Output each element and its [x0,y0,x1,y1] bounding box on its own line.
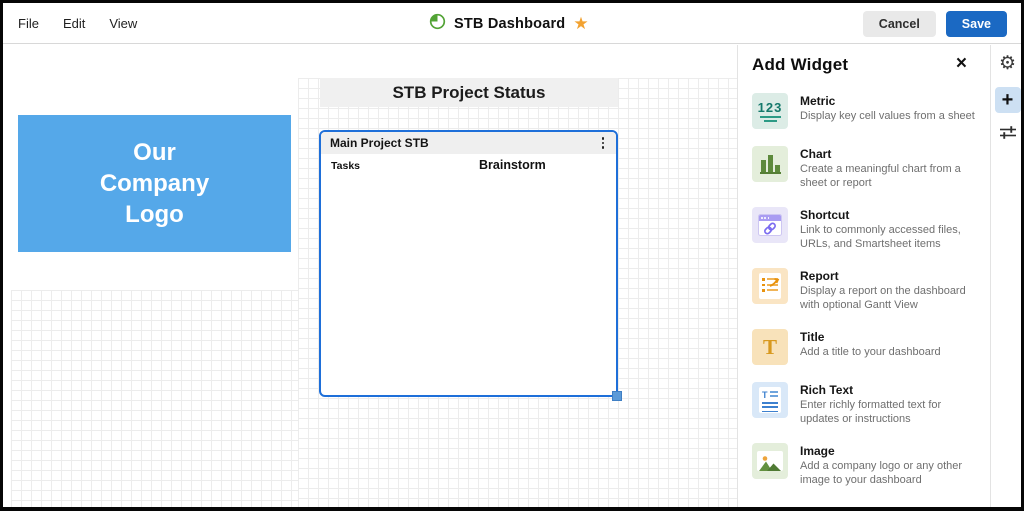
widget-option-text: Metric Display key cell values from a sh… [800,93,975,129]
dashboard-canvas[interactable]: Our Company Logo STB Project Status Main… [3,45,737,507]
widget-option-text: Report Display a report on the dashboard… [800,268,976,312]
widget-option-shortcut[interactable]: Shortcut Link to commonly accessed files… [752,207,976,251]
widget-option-text: Chart Create a meaningful chart from a s… [800,146,976,190]
logo-text-line: Logo [125,201,184,228]
widget-option-richtext[interactable]: T Rich Text Enter richly formatted text … [752,382,976,426]
report-cell-brainstorm: Brainstorm [479,158,546,172]
image-photo-icon [752,443,788,479]
report-widget-header: Main Project STB [321,132,616,154]
title-T-icon: T [752,329,788,365]
widget-option-name: Report [800,269,839,283]
top-bar: File Edit View STB Dashboard ★ Cancel Sa… [3,3,1021,44]
metric-digits: 123 [757,99,783,115]
metric-icon: 123 [752,93,788,129]
widget-option-desc: Enter richly formatted text for updates … [800,399,942,425]
company-logo-widget[interactable]: Our Company Logo [18,115,291,252]
title-widget[interactable]: STB Project Status [320,78,618,107]
widget-option-name: Title [800,330,825,344]
widget-option-text: Title Add a title to your dashboard [800,329,941,365]
rich-text-icon: T [752,382,788,418]
widget-option-name: Shortcut [800,208,850,222]
arrange-sliders-icon[interactable] [999,125,1017,145]
add-widget-plus-icon[interactable]: + [994,87,1021,113]
menu-bar: File Edit View [18,3,137,44]
title-widget-text: STB Project Status [392,82,546,102]
close-icon[interactable]: × [956,54,967,73]
widget-option-image[interactable]: Image Add a company logo or any other im… [752,443,976,487]
widget-option-name: Metric [800,94,836,108]
right-toolbar: ⚙ + [990,45,1021,507]
settings-gear-icon[interactable]: ⚙ [999,53,1016,75]
menu-edit[interactable]: Edit [63,16,85,31]
widget-option-desc: Create a meaningful chart from a sheet o… [800,163,961,189]
widget-option-title[interactable]: T Title Add a title to your dashboard [752,329,976,365]
canvas-grid [11,290,298,507]
menu-view[interactable]: View [109,16,137,31]
widget-option-desc: Display key cell values from a sheet [800,110,975,122]
report-column-tasks: Tasks [331,160,360,172]
save-button[interactable]: Save [945,11,1007,37]
widget-option-text: Rich Text Enter richly formatted text fo… [800,382,976,426]
dashboard-icon [429,13,446,35]
favorite-star-icon[interactable]: ★ [573,15,588,32]
add-widget-panel: Add Widget × 123 Metric Display key cell… [737,45,990,507]
shortcut-link-icon [752,207,788,243]
widget-option-text: Shortcut Link to commonly accessed files… [800,207,976,251]
report-widget-title: Main Project STB [330,136,429,150]
logo-text-line: Company [99,170,210,197]
topbar-actions: Cancel Save [862,11,1007,37]
richtext-glyph: T [762,390,768,400]
widget-option-name: Chart [800,147,832,161]
report-widget-selected[interactable]: Main Project STB Tasks Brainstorm [319,130,622,401]
bar-chart-icon [752,146,788,182]
document-title-group: STB Dashboard ★ [429,3,589,44]
widget-option-desc: Link to commonly accessed files, URLs, a… [800,224,961,250]
cancel-button[interactable]: Cancel [862,11,936,37]
widget-option-desc: Display a report on the dashboard with o… [800,285,966,311]
widget-option-desc: Add a company logo or any other image to… [800,460,963,486]
title-glyph: T [762,334,777,359]
widget-resize-handle[interactable] [612,391,622,401]
widget-option-report[interactable]: Report Display a report on the dashboard… [752,268,976,312]
widget-option-text: Image Add a company logo or any other im… [800,443,976,487]
panel-title: Add Widget [752,55,849,74]
widget-option-desc: Add a title to your dashboard [800,346,941,358]
document-title: STB Dashboard [453,15,566,32]
report-doc-icon [752,268,788,304]
widget-menu-kebab-icon[interactable] [596,135,610,151]
menu-file[interactable]: File [18,16,39,31]
widget-option-name: Rich Text [800,383,854,397]
logo-text-line: Our [133,139,176,166]
widget-option-metric[interactable]: 123 Metric Display key cell values from … [752,93,976,129]
widget-option-name: Image [800,444,835,458]
widget-option-chart[interactable]: Chart Create a meaningful chart from a s… [752,146,976,190]
app-window: File Edit View STB Dashboard ★ Cancel Sa… [0,0,1024,511]
panel-header: Add Widget × [752,54,976,75]
